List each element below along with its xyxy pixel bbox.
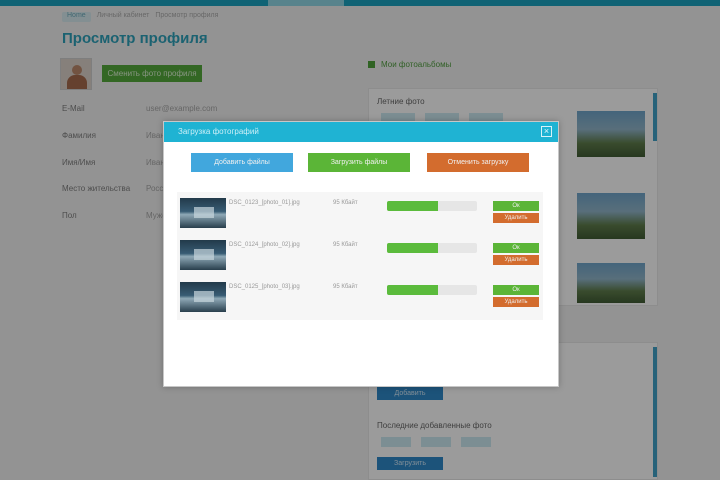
delete-file-button[interactable]: Удалить — [493, 255, 539, 265]
upload-progress-fill — [387, 285, 439, 295]
confirm-file-button[interactable]: Ок — [493, 243, 539, 253]
upload-progress-bar — [387, 285, 477, 295]
file-size: 95 Кбайт — [333, 242, 358, 248]
dialog-title: Загрузка фотографий — [178, 127, 259, 136]
confirm-file-button[interactable]: Ок — [493, 201, 539, 211]
file-thumbnail — [180, 240, 226, 270]
upload-progress-bar — [387, 243, 477, 253]
file-name: DSC_0125_[photo_03].jpg — [229, 284, 300, 290]
upload-progress-fill — [387, 243, 439, 253]
cancel-upload-button[interactable]: Отменить загрузку — [427, 153, 529, 172]
file-thumbnail — [180, 198, 226, 228]
file-list: DSC_0123_[photo_01].jpg 95 Кбайт Ок Удал… — [177, 192, 543, 320]
file-name: DSC_0123_[photo_01].jpg — [229, 200, 300, 206]
file-name: DSC_0124_[photo_02].jpg — [229, 242, 300, 248]
upload-files-button[interactable]: Загрузить файлы — [308, 153, 410, 172]
delete-file-button[interactable]: Удалить — [493, 213, 539, 223]
upload-progress-bar — [387, 201, 477, 211]
upload-progress-fill — [387, 201, 439, 211]
upload-photos-dialog: Загрузка фотографий × Добавить файлы Заг… — [163, 121, 559, 387]
add-files-button[interactable]: Добавить файлы — [191, 153, 293, 172]
file-row: DSC_0125_[photo_03].jpg 95 Кбайт Ок Удал… — [177, 276, 543, 318]
delete-file-button[interactable]: Удалить — [493, 297, 539, 307]
file-size: 95 Кбайт — [333, 284, 358, 290]
file-row: DSC_0124_[photo_02].jpg 95 Кбайт Ок Удал… — [177, 234, 543, 276]
close-icon[interactable]: × — [541, 126, 552, 137]
confirm-file-button[interactable]: Ок — [493, 285, 539, 295]
file-size: 95 Кбайт — [333, 200, 358, 206]
file-row: DSC_0123_[photo_01].jpg 95 Кбайт Ок Удал… — [177, 192, 543, 234]
file-thumbnail — [180, 282, 226, 312]
dialog-header: Загрузка фотографий × — [164, 122, 558, 142]
